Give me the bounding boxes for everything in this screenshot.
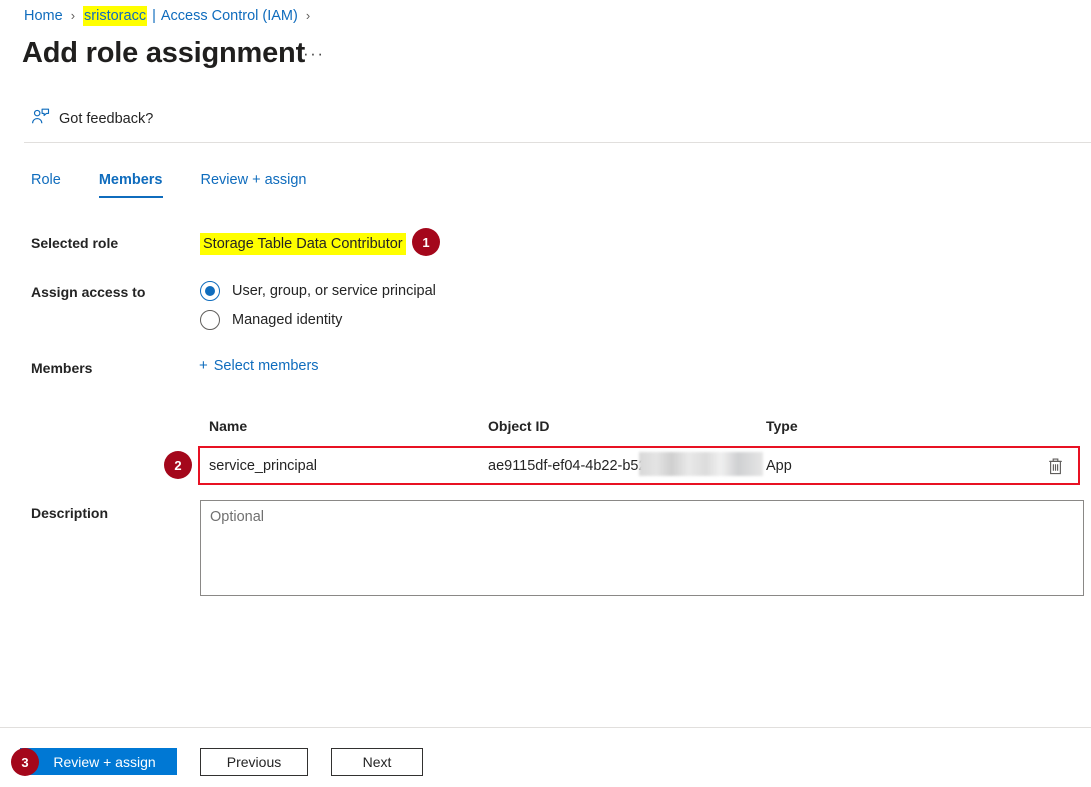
- breadcrumb-separator-2: ›: [305, 8, 311, 23]
- previous-button[interactable]: Previous: [200, 748, 308, 776]
- tab-role[interactable]: Role: [31, 171, 61, 198]
- selected-role-label: Selected role: [31, 235, 119, 251]
- breadcrumb-pipe: |: [152, 8, 156, 24]
- object-id-redaction: [639, 452, 763, 476]
- breadcrumb-home[interactable]: Home: [24, 7, 63, 25]
- person-feedback-icon: [31, 108, 50, 129]
- description-label: Description: [31, 505, 109, 521]
- breadcrumb: Home › sristoracc | Access Control (IAM)…: [24, 6, 318, 26]
- radio-managed-identity[interactable]: Managed identity: [200, 310, 342, 330]
- wizard-tabs: Role Members Review + assign: [31, 171, 344, 198]
- radio-indicator-unselected: [200, 310, 220, 330]
- breadcrumb-access-control[interactable]: Access Control (IAM): [161, 7, 298, 25]
- radio-label-managed-identity: Managed identity: [232, 312, 343, 328]
- description-textarea[interactable]: [200, 500, 1084, 596]
- column-header-type: Type: [766, 418, 798, 434]
- selected-role-value: Storage Table Data Contributor: [200, 233, 406, 255]
- row-cell-name: service_principal: [209, 458, 317, 474]
- annotation-badge-1: 1: [412, 228, 440, 256]
- breadcrumb-separator-1: ›: [70, 8, 76, 23]
- trash-icon[interactable]: [1043, 454, 1067, 478]
- select-members-button[interactable]: + Select members: [199, 357, 319, 375]
- tab-members[interactable]: Members: [98, 171, 163, 198]
- members-label: Members: [31, 360, 93, 376]
- breadcrumb-resource[interactable]: sristoracc: [83, 6, 148, 26]
- plus-icon: +: [199, 357, 208, 374]
- review-assign-button[interactable]: Review + assign: [20, 748, 177, 775]
- row-cell-type: App: [766, 458, 792, 474]
- got-feedback-label: Got feedback?: [59, 110, 154, 127]
- got-feedback-button[interactable]: Got feedback?: [31, 108, 153, 129]
- add-role-assignment-page: Home › sristoracc | Access Control (IAM)…: [0, 0, 1091, 787]
- column-header-name: Name: [209, 418, 248, 434]
- annotation-badge-2: 2: [164, 451, 192, 479]
- row-cell-object-id: ae9115df-ef04-4b22-b52: [488, 458, 647, 474]
- header-divider: [24, 142, 1091, 143]
- footer-divider: [0, 727, 1091, 728]
- radio-indicator-selected: [200, 281, 220, 301]
- assign-access-label: Assign access to: [31, 284, 146, 300]
- tab-review-assign[interactable]: Review + assign: [201, 171, 307, 198]
- select-members-label: Select members: [213, 358, 319, 374]
- column-header-object-id: Object ID: [488, 418, 550, 434]
- annotation-badge-3: 3: [11, 748, 39, 776]
- next-button[interactable]: Next: [331, 748, 423, 776]
- radio-user-group-service-principal[interactable]: User, group, or service principal: [200, 281, 436, 301]
- more-options-icon[interactable]: ···: [303, 44, 324, 64]
- page-title: Add role assignment: [22, 37, 306, 69]
- radio-label-user-group: User, group, or service principal: [232, 283, 436, 299]
